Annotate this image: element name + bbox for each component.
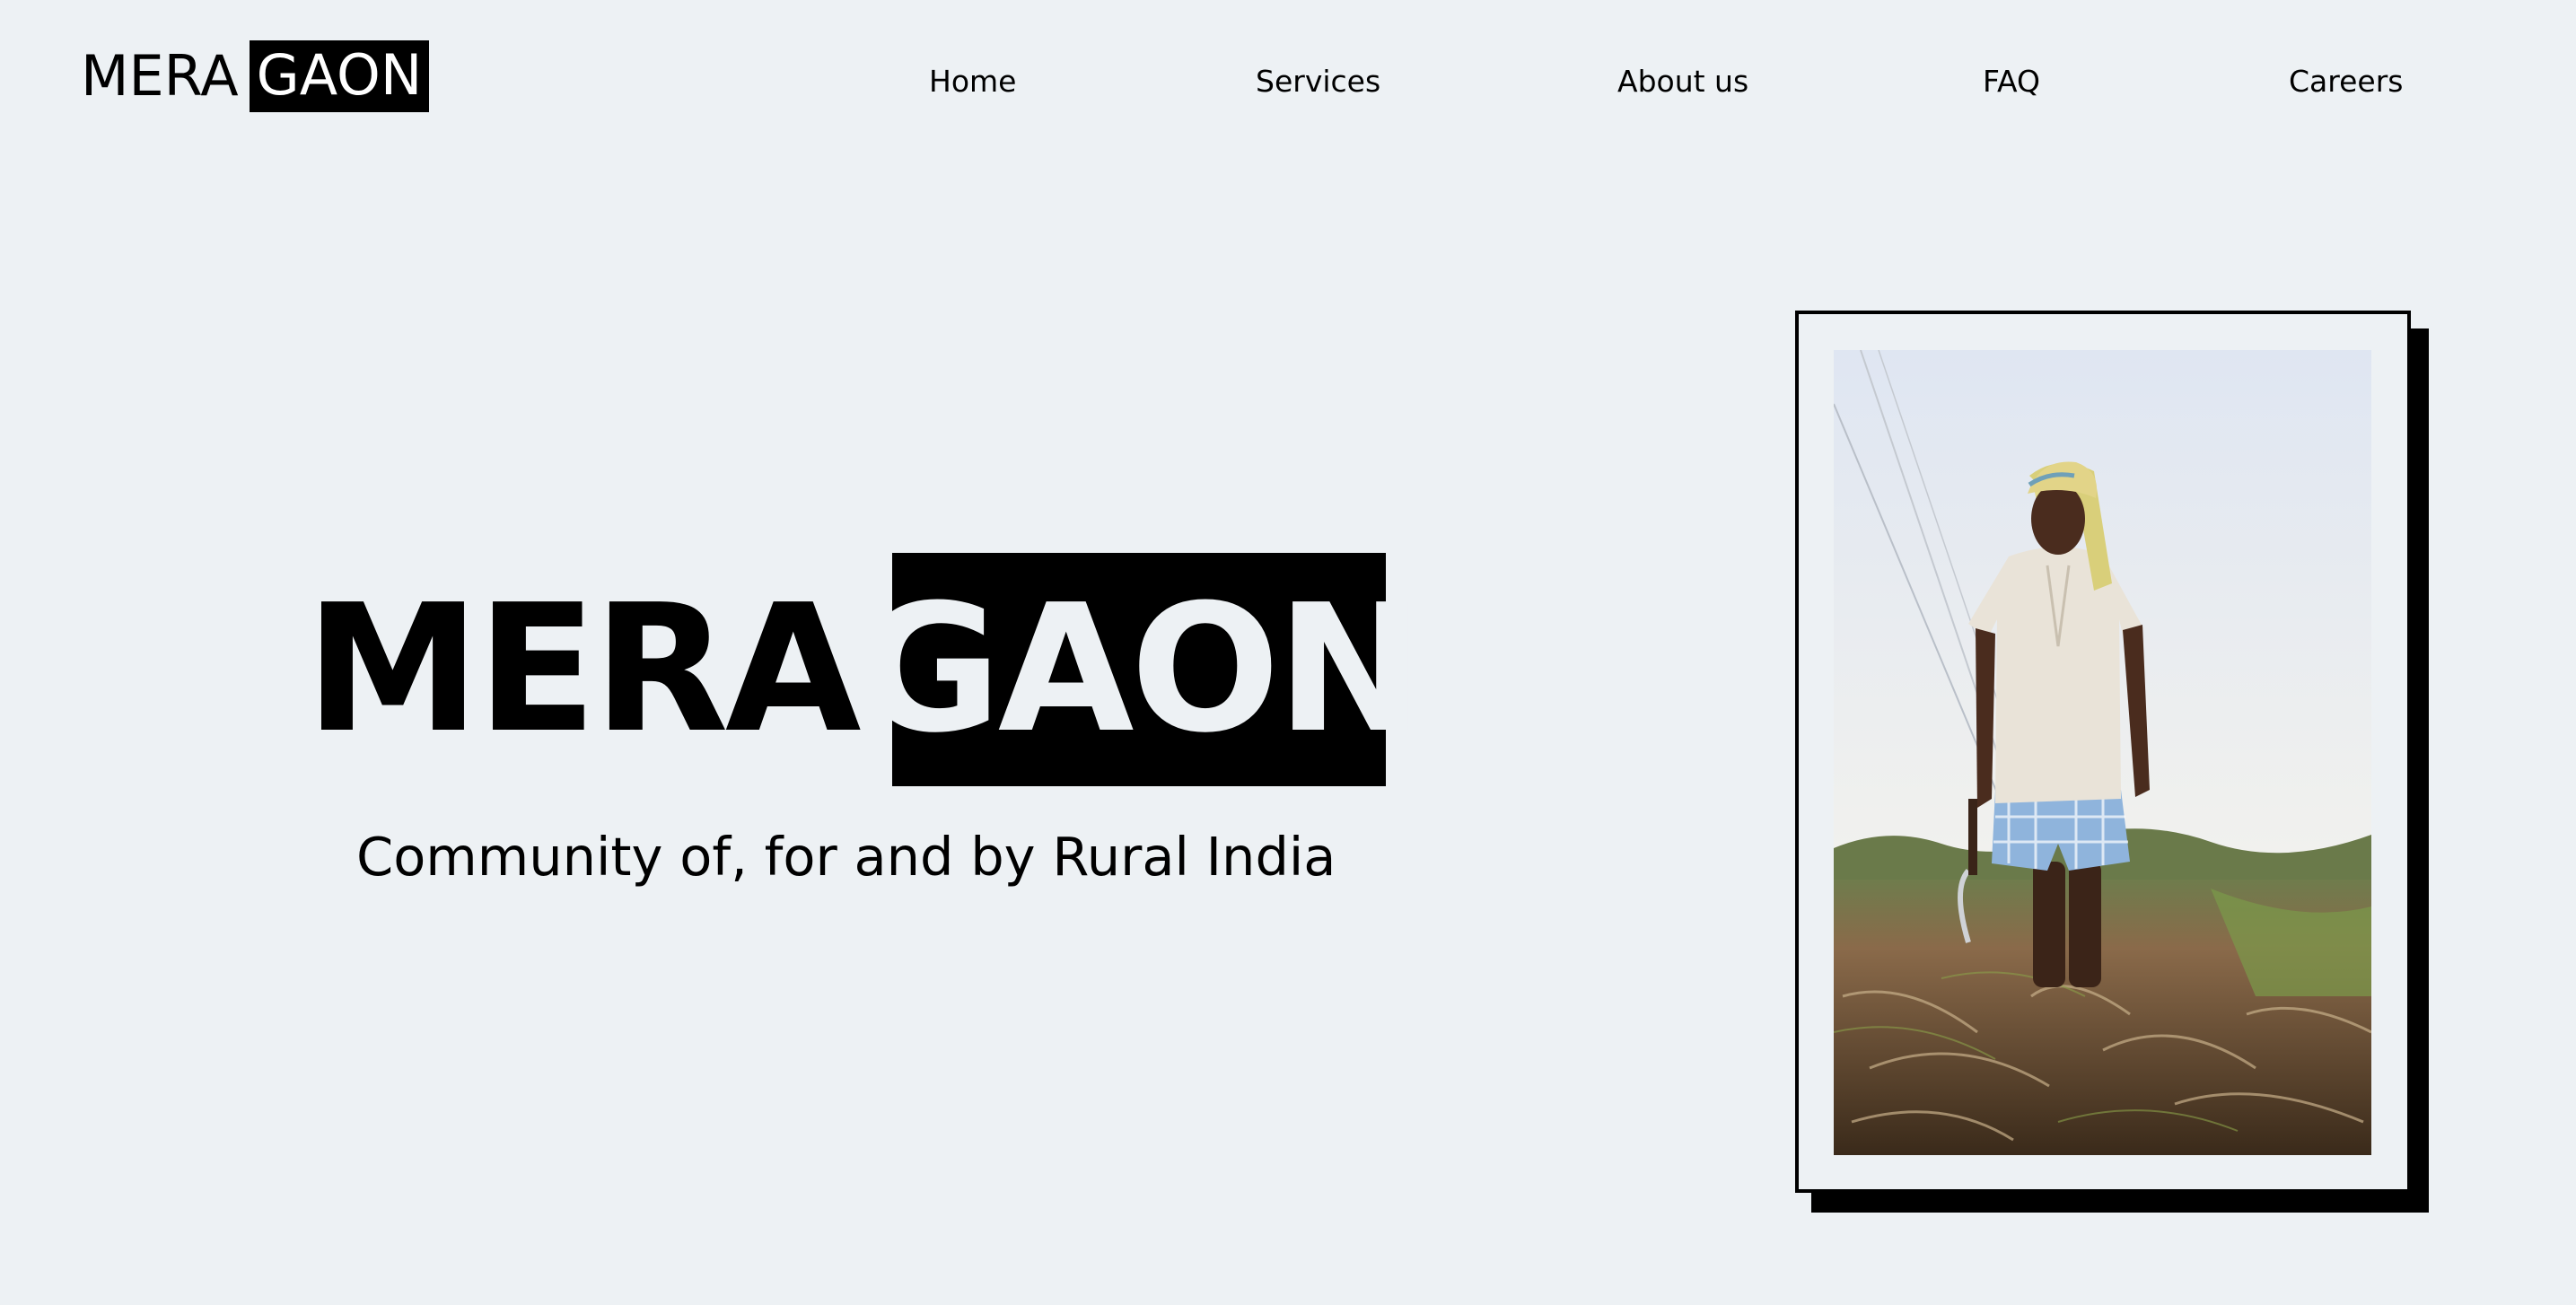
nav-services-link[interactable]: Services	[1256, 64, 1380, 100]
hero-title-mera: MERA	[305, 567, 862, 772]
nav-home-link[interactable]: Home	[929, 64, 1016, 100]
hero-title-gaon: GAON	[857, 553, 1424, 786]
site-logo[interactable]: MERA GAON	[81, 36, 430, 117]
logo-word-mera: MERA	[81, 43, 239, 109]
page: MERA GAON Home Services About us FAQ Car…	[0, 0, 2576, 1305]
hero-tagline: Community of, for and by Rural India	[356, 826, 1336, 888]
nav-about-link[interactable]: About us	[1617, 64, 1748, 100]
logo-word-gaon: GAON	[249, 40, 430, 112]
nav-faq-link[interactable]: FAQ	[1983, 64, 2040, 100]
farmer-photo	[1834, 350, 2371, 1155]
nav-careers-link[interactable]: Careers	[2289, 64, 2403, 100]
hero-title: MERA GAON	[305, 553, 1424, 786]
